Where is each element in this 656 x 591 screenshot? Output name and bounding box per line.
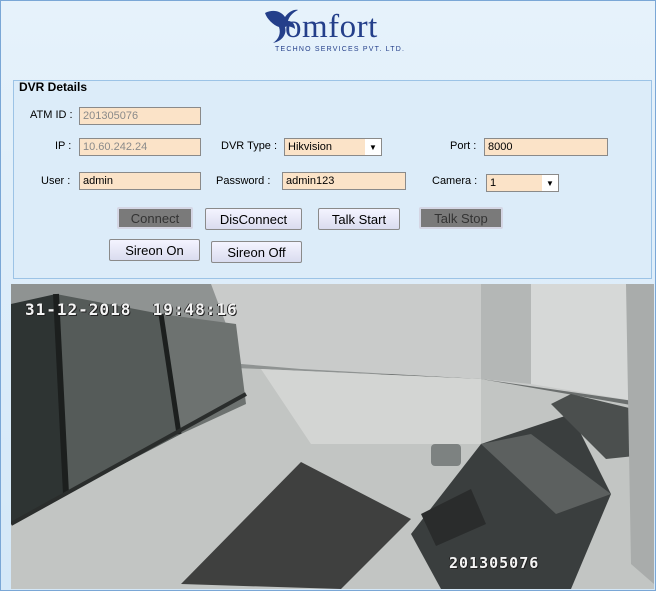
ip-label: IP : <box>55 140 72 152</box>
atm-id-label: ATM ID : <box>30 109 73 121</box>
port-label: Port : <box>450 140 477 152</box>
talk-start-button[interactable]: Talk Start <box>318 208 400 230</box>
camera-value: 1 <box>490 177 497 189</box>
user-label: User : <box>41 175 71 187</box>
logo-wordmark: omfort <box>285 9 378 45</box>
company-logo: omfort TECHNO SERVICES PVT. LTD. <box>259 7 409 59</box>
dvr-type-label: DVR Type : <box>221 140 278 152</box>
password-field[interactable] <box>282 172 406 190</box>
chevron-down-icon[interactable]: ▼ <box>542 175 558 191</box>
camera-video-feed: 31-12-2018 19:48:16 201305076 <box>11 284 654 589</box>
cctv-scene-image <box>11 284 654 589</box>
video-camera-id: 201305076 <box>449 554 540 572</box>
dvr-type-select[interactable]: Hikvision ▼ <box>284 138 382 156</box>
video-timestamp: 31-12-2018 19:48:16 <box>25 300 238 319</box>
app-window: omfort TECHNO SERVICES PVT. LTD. DVR Det… <box>0 0 656 591</box>
talk-stop-button[interactable]: Talk Stop <box>419 207 503 229</box>
atm-id-field[interactable] <box>79 107 201 125</box>
sireon-off-button[interactable]: Sireon Off <box>211 241 302 263</box>
chevron-down-icon[interactable]: ▼ <box>365 139 381 155</box>
camera-label: Camera : <box>432 175 478 187</box>
dvr-details-panel: DVR Details ATM ID : IP : DVR Type : Hik… <box>13 80 652 279</box>
password-label: Password : <box>216 175 271 187</box>
disconnect-button[interactable]: DisConnect <box>205 208 302 230</box>
panel-title: DVR Details <box>19 80 88 94</box>
camera-select[interactable]: 1 ▼ <box>486 174 559 192</box>
connect-button[interactable]: Connect <box>117 207 193 229</box>
ip-field[interactable] <box>79 138 201 156</box>
user-field[interactable] <box>79 172 201 190</box>
dvr-type-value: Hikvision <box>288 141 333 153</box>
port-field[interactable] <box>484 138 608 156</box>
logo-tagline: TECHNO SERVICES PVT. LTD. <box>275 46 406 53</box>
sireon-on-button[interactable]: Sireon On <box>109 239 200 261</box>
